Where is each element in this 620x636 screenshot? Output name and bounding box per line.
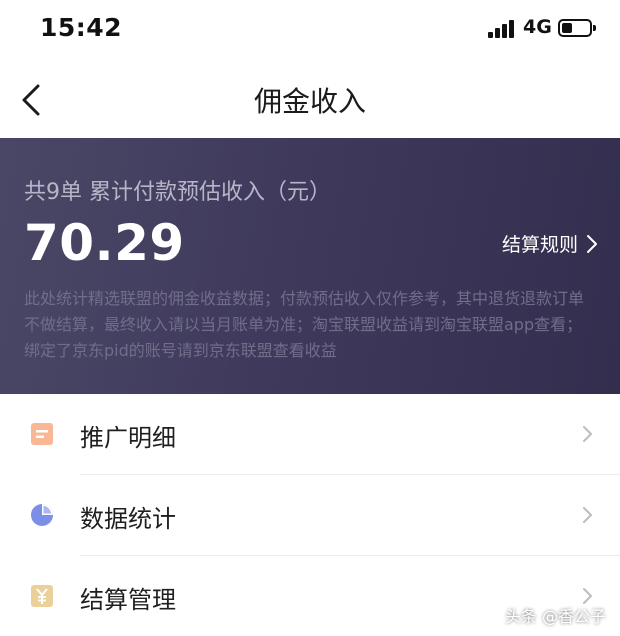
- status-bar: 15:42 4G: [0, 0, 620, 58]
- menu-item-label: 推广明细: [80, 424, 176, 452]
- yen-icon: [31, 585, 53, 607]
- chevron-right-icon: [583, 426, 592, 442]
- summary-note: 此处统计精选联盟的佣金收益数据；付款预估收入仅作参考，其中退货退款订单不做结算，…: [24, 289, 585, 360]
- estimated-income-amount: 70.29: [24, 214, 185, 272]
- watermark: 头条 @香公子: [504, 607, 606, 626]
- page-title: 佣金收入: [253, 85, 366, 118]
- menu-item-promotion-details[interactable]: 推广明细: [0, 394, 620, 474]
- cellular-signal-icon: [488, 20, 516, 38]
- battery-icon: [558, 19, 596, 37]
- chevron-right-icon: [583, 507, 592, 523]
- document-list-icon: [31, 423, 53, 445]
- network-type: 4G: [523, 16, 552, 38]
- commission-summary-card: 共9单 累计付款预估收入（元） 70.29 结算规则 此处统计精选联盟的佣金收益…: [0, 138, 620, 394]
- menu-item-label: 结算管理: [80, 586, 176, 614]
- chevron-right-icon: [587, 234, 597, 253]
- settlement-rules-label: 结算规则: [501, 234, 578, 256]
- menu-item-label: 数据统计: [80, 505, 176, 533]
- summary-label: 共9单 累计付款预估收入（元）: [24, 180, 331, 205]
- status-time: 15:42: [40, 13, 123, 42]
- navigation-bar: 佣金收入: [0, 58, 620, 138]
- settlement-rules-link[interactable]: 结算规则: [502, 230, 598, 257]
- pie-chart-icon: [31, 504, 53, 526]
- menu-item-data-statistics[interactable]: 数据统计: [0, 475, 620, 555]
